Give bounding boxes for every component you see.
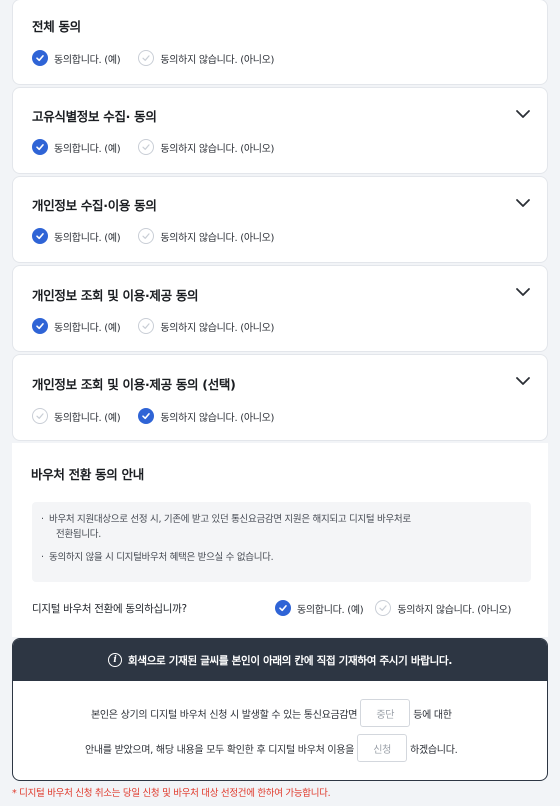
disagree-label: 동의하지 않습니다. (아니오) (160, 232, 275, 244)
notice-item-continued: 전환됩니다. (56, 528, 101, 542)
checked-radio-icon[interactable] (32, 228, 48, 244)
unchecked-radio-icon[interactable] (138, 318, 155, 334)
confirm-text: 등에 대한 (413, 709, 452, 721)
section-unique-id-consent: 고유식별정보 수집· 동의 동의합니다. (예) 동의하지 않습니다. (아니오… (12, 87, 548, 174)
disagree-option[interactable]: 동의하지 않습니다. (아니오) (375, 600, 511, 616)
chevron-down-icon[interactable] (515, 108, 531, 120)
disagree-option[interactable]: 동의하지 않습니다. (아니오) (138, 408, 274, 424)
unchecked-radio-icon[interactable] (138, 139, 155, 155)
agree-label: 동의합니다. (예) (54, 412, 121, 424)
chevron-down-icon[interactable] (515, 286, 531, 298)
agree-option[interactable]: 동의합니다. (예) (275, 600, 364, 616)
agree-option[interactable]: 동의합니다. (예) (32, 318, 121, 334)
chevron-down-icon[interactable] (515, 197, 531, 209)
disagree-label: 동의하지 않습니다. (아니오) (160, 54, 275, 66)
voucher-notice-box: · 바우처 지원대상으로 선정 시, 기존에 받고 있던 통신요금감면 지원은 … (32, 502, 531, 582)
section-title: 개인정보 조회 및 이용·제공 동의 (32, 288, 199, 303)
agree-option[interactable]: 동의합니다. (예) (32, 50, 121, 66)
disagree-label: 동의하지 않습니다. (아니오) (160, 143, 275, 155)
info-icon: i (107, 653, 122, 667)
voucher-consent-options: 동의합니다. (예) 동의하지 않습니다. (아니오) (275, 600, 529, 616)
voucher-title: 바우처 전환 동의 안내 (31, 467, 144, 482)
fill-in-box-stop[interactable]: 중단 (360, 699, 411, 727)
unchecked-radio-icon[interactable] (375, 600, 392, 616)
bullet: · (41, 514, 44, 525)
checked-radio-icon[interactable] (32, 50, 48, 66)
checked-radio-icon[interactable] (32, 318, 48, 334)
confirm-header: i 회색으로 기재된 글씨를 본인이 아래의 칸에 직접 기재하여 주시기 바랍… (13, 639, 547, 681)
disagree-option[interactable]: 동의하지 않습니다. (아니오) (138, 228, 274, 244)
confirm-line-1: 본인은 상기의 디지털 바우처 신청 시 발생할 수 있는 통신요금감면 중단 … (91, 699, 452, 727)
agree-label: 동의합니다. (예) (54, 143, 121, 155)
agree-label: 동의합니다. (예) (297, 604, 364, 616)
consent-options: 동의합니다. (예) 동의하지 않습니다. (아니오) (32, 408, 292, 424)
section-title: 개인정보 조회 및 이용·제공 동의 (선택) (32, 377, 236, 392)
disagree-option[interactable]: 동의하지 않습니다. (아니오) (138, 139, 274, 155)
bullet: · (41, 552, 44, 563)
handwrite-confirm-box: i 회색으로 기재된 글씨를 본인이 아래의 칸에 직접 기재하여 주시기 바랍… (12, 638, 548, 781)
section-title: 고유식별정보 수집· 동의 (32, 109, 157, 124)
footnote-warning: * 디지털 바우처 신청 취소는 당일 신청 및 바우처 대상 선정건에 한하여… (12, 788, 331, 799)
consent-options: 동의합니다. (예) 동의하지 않습니다. (아니오) (32, 318, 292, 334)
notice-item: · 바우처 지원대상으로 선정 시, 기존에 받고 있던 통신요금감면 지원은 … (41, 513, 411, 527)
disagree-label: 동의하지 않습니다. (아니오) (397, 604, 512, 616)
checked-radio-icon[interactable] (138, 408, 155, 424)
confirm-text: 본인은 상기의 디지털 바우처 신청 시 발생할 수 있는 통신요금감면 (91, 709, 358, 721)
notice-item: · 동의하지 않을 시 디지털바우처 혜택은 받으실 수 없습니다. (41, 551, 274, 565)
notice-text: 전환됩니다. (56, 529, 101, 540)
section-personal-info-provision-optional: 개인정보 조회 및 이용·제공 동의 (선택) 동의합니다. (예) 동의하지 … (12, 354, 548, 441)
voucher-conversion-section: 바우처 전환 동의 안내 · 바우처 지원대상으로 선정 시, 기존에 받고 있… (12, 443, 548, 637)
notice-text: 동의하지 않을 시 디지털바우처 혜택은 받으실 수 없습니다. (49, 552, 274, 563)
confirm-text: 하겠습니다. (410, 744, 458, 756)
voucher-question: 디지털 바우처 전환에 동의하십니까? (32, 603, 187, 615)
section-title: 개인정보 수집·이용 동의 (32, 198, 157, 213)
confirm-line-2: 안내를 받았으며, 해당 내용을 모두 확인한 후 디지털 바우처 이용을 신청… (85, 734, 458, 762)
checked-radio-icon[interactable] (275, 600, 291, 616)
confirm-text: 안내를 받았으며, 해당 내용을 모두 확인한 후 디지털 바우처 이용을 (85, 744, 355, 756)
chevron-down-icon[interactable] (515, 375, 531, 387)
notice-text: 바우처 지원대상으로 선정 시, 기존에 받고 있던 통신요금감면 지원은 해지… (49, 514, 411, 525)
consent-options: 동의합니다. (예) 동의하지 않습니다. (아니오) (32, 50, 292, 66)
agree-label: 동의합니다. (예) (54, 54, 121, 66)
section-title: 전체 동의 (32, 19, 81, 34)
disagree-label: 동의하지 않습니다. (아니오) (160, 412, 275, 424)
confirm-header-text: 회색으로 기재된 글씨를 본인이 아래의 칸에 직접 기재하여 주시기 바랍니다… (127, 654, 453, 667)
disagree-option[interactable]: 동의하지 않습니다. (아니오) (138, 318, 274, 334)
section-all-consent: 전체 동의 동의합니다. (예) 동의하지 않습니다. (아니오) (12, 0, 548, 85)
unchecked-radio-icon[interactable] (32, 408, 48, 424)
disagree-label: 동의하지 않습니다. (아니오) (160, 322, 275, 334)
agree-option[interactable]: 동의합니다. (예) (32, 228, 121, 244)
section-personal-info-collection: 개인정보 수집·이용 동의 동의합니다. (예) 동의하지 않습니다. (아니오… (12, 176, 548, 263)
section-personal-info-provision: 개인정보 조회 및 이용·제공 동의 동의합니다. (예) 동의하지 않습니다.… (12, 265, 548, 352)
agree-label: 동의합니다. (예) (54, 232, 121, 244)
checked-radio-icon[interactable] (32, 139, 48, 155)
unchecked-radio-icon[interactable] (138, 50, 155, 66)
unchecked-radio-icon[interactable] (138, 228, 155, 244)
agree-label: 동의합니다. (예) (54, 322, 121, 334)
agree-option[interactable]: 동의합니다. (예) (32, 139, 121, 155)
fill-in-box-apply[interactable]: 신청 (357, 734, 408, 762)
consent-options: 동의합니다. (예) 동의하지 않습니다. (아니오) (32, 228, 292, 244)
consent-options: 동의합니다. (예) 동의하지 않습니다. (아니오) (32, 139, 292, 155)
disagree-option[interactable]: 동의하지 않습니다. (아니오) (138, 50, 274, 66)
agree-option[interactable]: 동의합니다. (예) (32, 408, 121, 424)
